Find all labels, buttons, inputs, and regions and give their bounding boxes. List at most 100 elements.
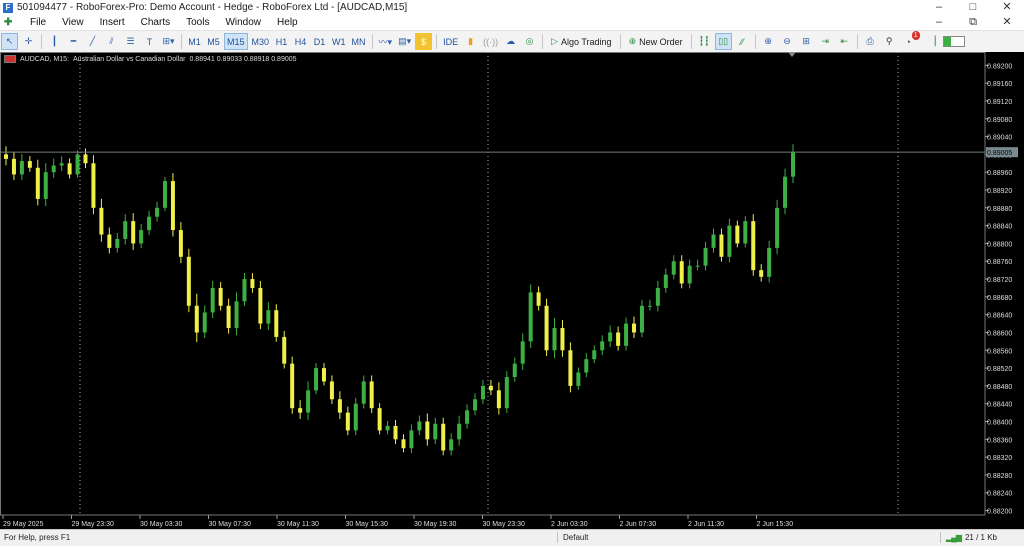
- algo-trading-button[interactable]: ▷ Algo Trading: [547, 33, 615, 50]
- candle-body: [162, 181, 167, 208]
- status-profile: Default: [563, 533, 589, 542]
- menu-file[interactable]: File: [22, 17, 54, 28]
- candle-body: [552, 328, 557, 351]
- ide-button[interactable]: IDE: [441, 33, 460, 50]
- close-button[interactable]: ✕: [990, 0, 1024, 15]
- candle-body: [345, 412, 350, 431]
- candlestick-chart-icon[interactable]: ▯▯: [714, 33, 732, 50]
- x-tick-label: 29 May 2025: [3, 521, 44, 528]
- timeframe-mn[interactable]: MN: [350, 33, 368, 50]
- trend-line-icon[interactable]: ╱: [84, 33, 101, 50]
- strategy-tester-icon[interactable]: ▮: [462, 33, 479, 50]
- candle-body: [170, 181, 175, 231]
- candlestick-chart[interactable]: 0.89200 0.89160 0.89120 0.89080 0.89040 0.890…: [0, 52, 1024, 529]
- y-tick-label: 0.88360: [987, 437, 1012, 444]
- candle-body: [27, 161, 32, 168]
- search-icon[interactable]: ⚲: [881, 33, 898, 50]
- timeframe-m30[interactable]: M30: [250, 33, 272, 50]
- candle-body: [679, 261, 684, 284]
- timeframe-w1[interactable]: W1: [330, 33, 348, 50]
- menu-help[interactable]: Help: [269, 17, 306, 28]
- notifications-icon[interactable]: ◔ 1: [900, 31, 920, 50]
- candle-body: [687, 265, 692, 284]
- timeframe-m1[interactable]: M1: [186, 33, 203, 50]
- menu-charts[interactable]: Charts: [133, 17, 178, 28]
- connection-traffic: 21 / 1 Kb: [964, 533, 998, 542]
- candle-body: [234, 301, 239, 329]
- vps-icon[interactable]: ☁: [502, 33, 519, 50]
- candle-body: [409, 430, 414, 449]
- community-icon[interactable]: ◎: [521, 33, 538, 50]
- candle-body: [663, 274, 668, 288]
- minimize-button[interactable]: –: [922, 0, 956, 15]
- auto-scroll-icon[interactable]: ⇥: [817, 33, 834, 50]
- chart-ohlc: 0.88941 0.89033 0.88918 0.89005: [189, 55, 297, 63]
- templates-icon[interactable]: ▤▾: [396, 33, 413, 50]
- screenshot-icon[interactable]: ⎙: [862, 33, 879, 50]
- status-divider: [940, 532, 941, 543]
- y-tick-label: 0.88600: [987, 330, 1012, 337]
- chart-window[interactable]: 0.89200 0.89160 0.89120 0.89080 0.89040 0.890…: [0, 52, 1024, 529]
- timeframe-d1[interactable]: D1: [311, 33, 328, 50]
- menu-view[interactable]: View: [54, 17, 92, 28]
- chart-header: AUDCAD, M15: Australian Dollar vs Canadi…: [4, 55, 297, 63]
- market-icon[interactable]: $: [415, 33, 433, 50]
- child-close-button[interactable]: ✕: [990, 15, 1024, 30]
- status-divider: [557, 532, 558, 543]
- status-help-text: For Help, press F1: [4, 533, 71, 542]
- candle-body: [67, 163, 72, 175]
- zoom-in-icon[interactable]: ⊕: [760, 33, 777, 50]
- tile-windows-icon[interactable]: ⊞: [798, 33, 815, 50]
- x-tick-label: 2 Jun 15:30: [757, 521, 794, 528]
- timeframe-m5[interactable]: M5: [205, 33, 222, 50]
- menu-window[interactable]: Window: [217, 17, 269, 28]
- y-tick-label: 0.88560: [987, 348, 1012, 355]
- candle-body: [775, 207, 780, 248]
- candle-body: [528, 292, 533, 342]
- menu-tools[interactable]: Tools: [178, 17, 217, 28]
- toolbar-divider: [436, 34, 438, 49]
- candle-body: [298, 408, 303, 413]
- candle-body: [51, 165, 56, 173]
- algo-trading-label: Algo Trading: [561, 36, 612, 47]
- signals-icon[interactable]: ((·)): [481, 33, 500, 50]
- indicators-icon[interactable]: 〰▾: [377, 33, 395, 50]
- bar-chart-icon[interactable]: ┇┇: [696, 33, 713, 50]
- y-tick-label: 0.88760: [987, 259, 1012, 266]
- candle-body: [226, 305, 231, 329]
- chart-shift-marker[interactable]: [788, 52, 796, 57]
- candle-body: [139, 230, 144, 244]
- timeframe-h4[interactable]: H4: [292, 33, 309, 50]
- x-tick-label: 2 Jun 03:30: [551, 521, 588, 528]
- cursor-tool-icon[interactable]: ↖: [1, 33, 18, 50]
- chart-shift-icon[interactable]: ⇤: [836, 33, 853, 50]
- channel-icon[interactable]: ⫽: [103, 33, 120, 50]
- line-chart-icon[interactable]: ⁄⁄: [734, 33, 751, 50]
- new-order-button[interactable]: ⊕ New Order: [625, 33, 687, 50]
- crosshair-tool-icon[interactable]: ✛: [20, 33, 37, 50]
- text-tool-icon[interactable]: T: [141, 33, 158, 50]
- x-tick-label: 30 May 11:30: [277, 521, 319, 528]
- x-tick-label: 30 May 15:30: [346, 521, 389, 528]
- y-tick-label: 0.88320: [987, 455, 1012, 462]
- candle-body: [274, 310, 279, 337]
- child-restore-button[interactable]: ⧉: [956, 15, 990, 30]
- toolbar-divider: [542, 34, 544, 49]
- child-minimize-button[interactable]: –: [922, 15, 956, 30]
- maximize-button[interactable]: □: [956, 0, 990, 15]
- horizontal-line-icon[interactable]: ━: [65, 33, 82, 50]
- timeframe-m15[interactable]: M15: [224, 33, 248, 50]
- timeframe-h1[interactable]: H1: [273, 33, 290, 50]
- y-tick-label: 0.88640: [987, 313, 1012, 320]
- toolbar-divider: [619, 34, 621, 49]
- fibonacci-icon[interactable]: ☰: [122, 33, 139, 50]
- new-order-label: New Order: [639, 36, 683, 47]
- zoom-out-icon[interactable]: ⊖: [779, 33, 796, 50]
- menu-insert[interactable]: Insert: [92, 17, 133, 28]
- candle-body: [520, 341, 525, 364]
- shapes-icon[interactable]: ⊞▾: [160, 33, 177, 50]
- candle-body: [306, 390, 311, 413]
- vertical-line-icon[interactable]: ┃: [46, 33, 63, 50]
- candle-body: [655, 287, 660, 306]
- candle-body: [544, 305, 549, 351]
